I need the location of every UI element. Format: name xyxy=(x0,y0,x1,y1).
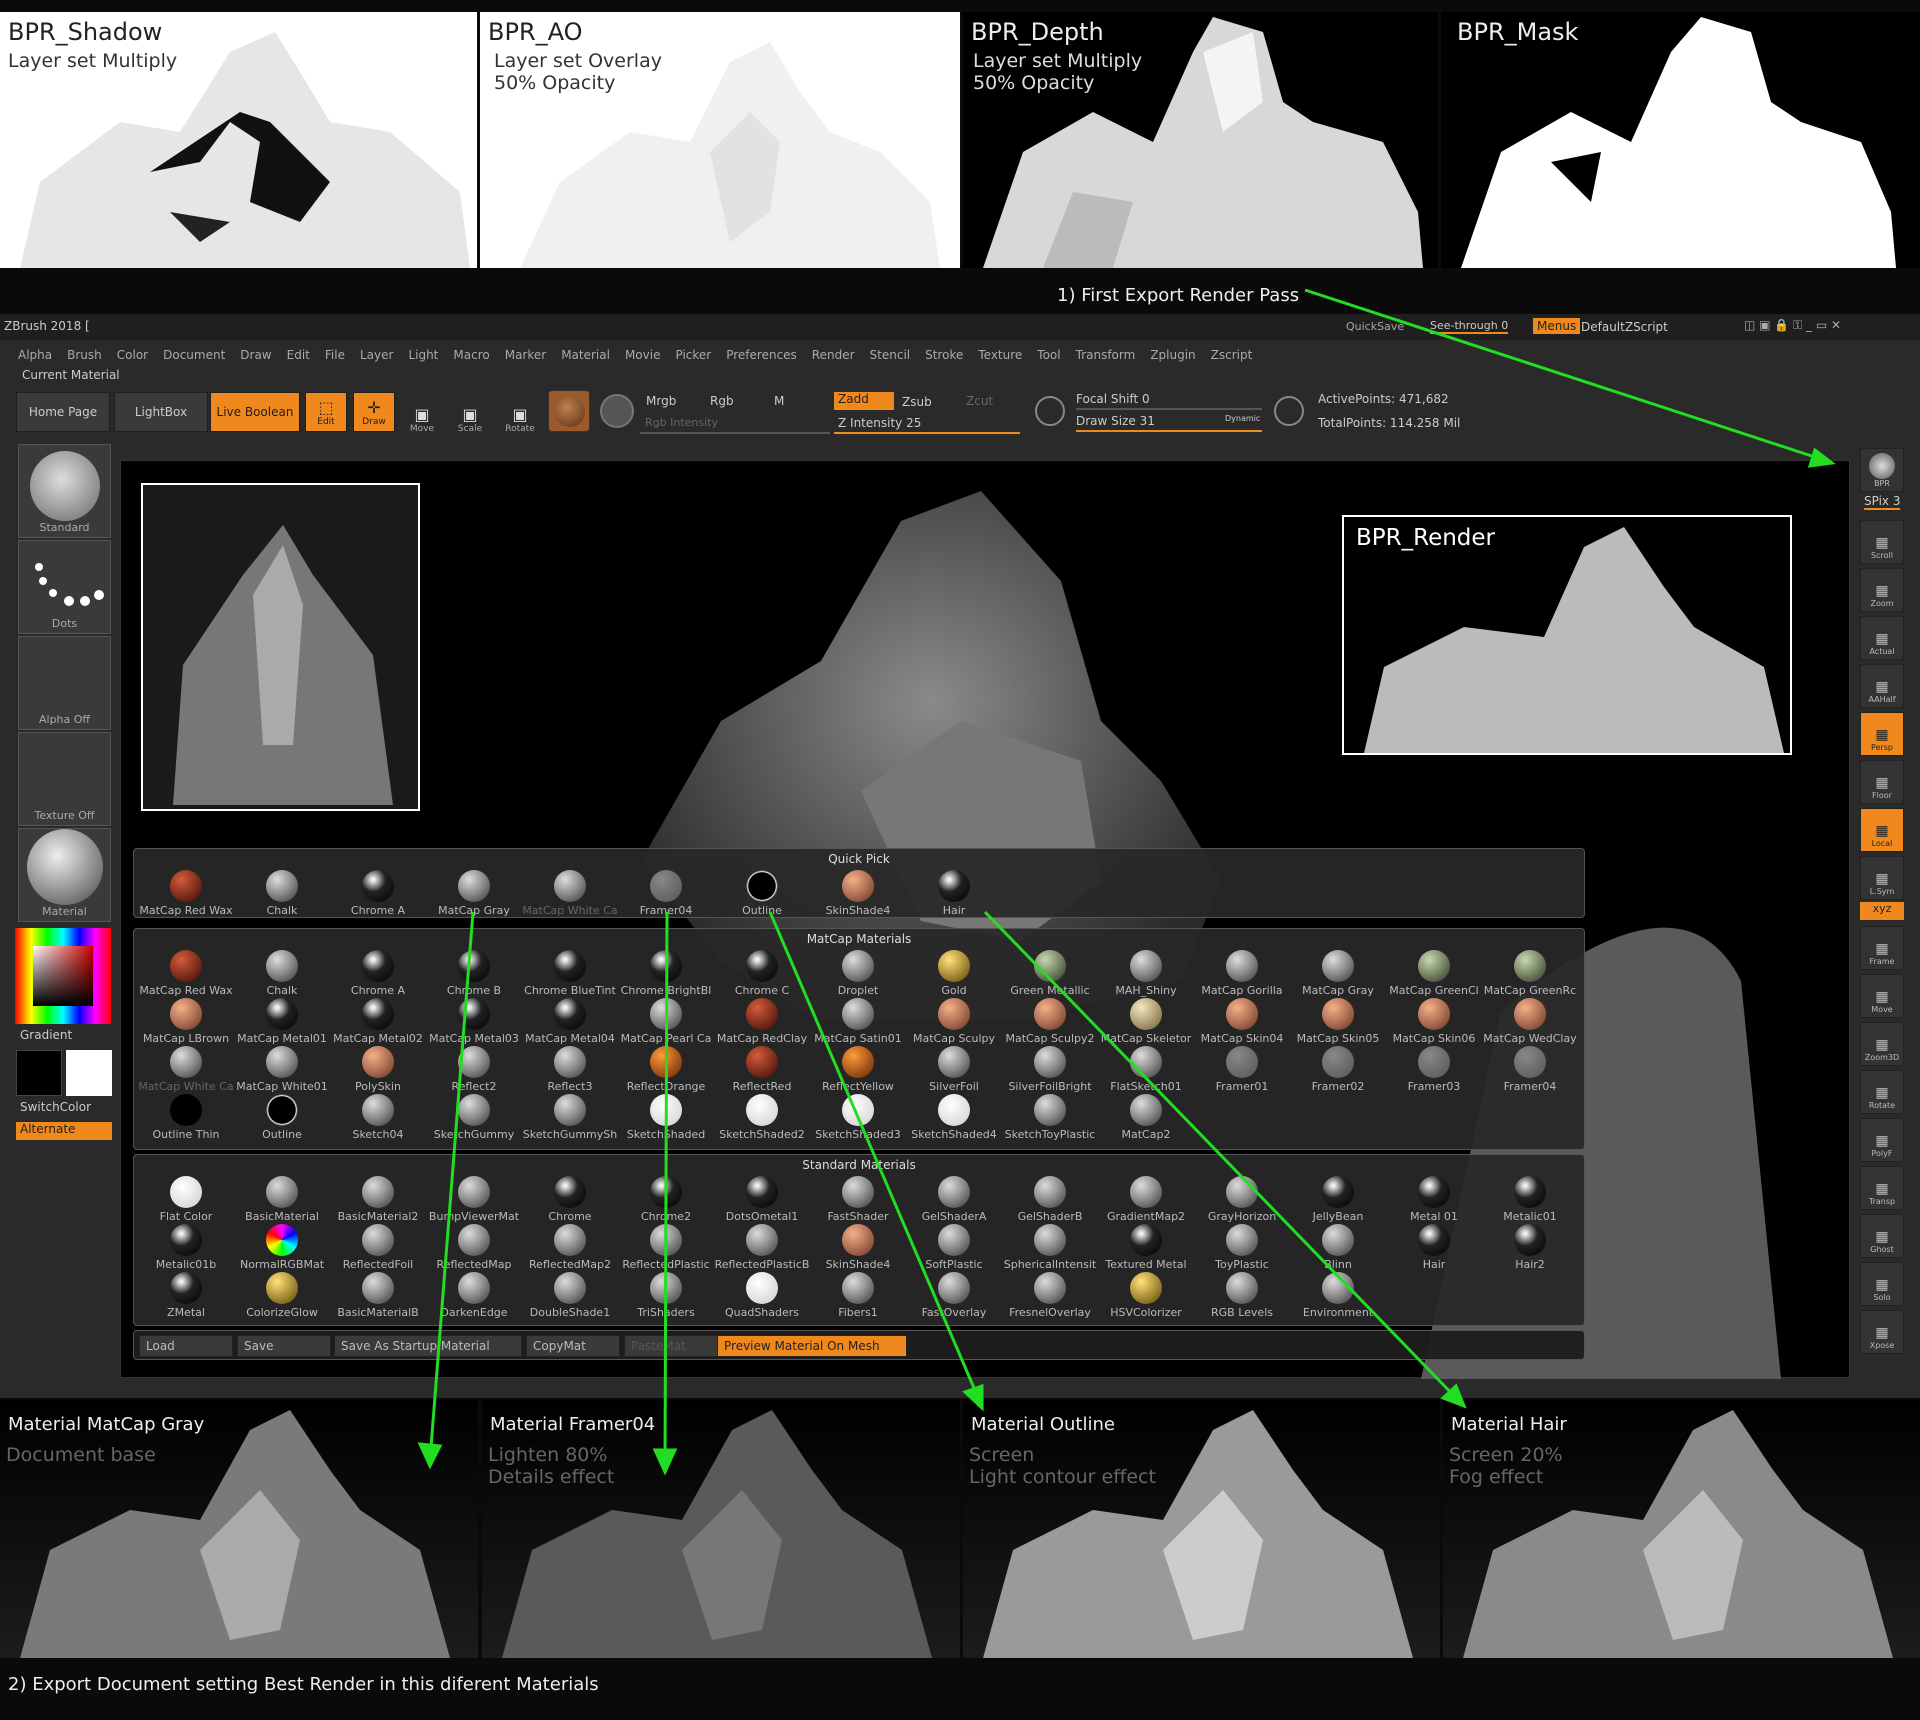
view-xpose-button[interactable]: ▦ Xpose xyxy=(1860,1310,1904,1354)
view-transp-button[interactable]: ▦ Transp xyxy=(1860,1166,1904,1210)
view-label: Xpose xyxy=(1869,1341,1895,1350)
l-sym-icon: ▦ xyxy=(1875,871,1889,887)
view-ghost-button[interactable]: ▦ Ghost xyxy=(1860,1214,1904,1258)
frame-icon: ▦ xyxy=(1875,941,1889,957)
view-zoom-button[interactable]: ▦ Zoom xyxy=(1860,568,1904,612)
floor-icon: ▦ xyxy=(1875,775,1889,791)
view-label: Frame xyxy=(1869,957,1895,966)
view-label: Move xyxy=(1871,1005,1893,1014)
view-l-sym-button[interactable]: ▦ L.Sym xyxy=(1860,856,1904,900)
ghost-icon: ▦ xyxy=(1875,1229,1889,1245)
zoom3d-icon: ▦ xyxy=(1875,1037,1889,1053)
annotation-arrows xyxy=(417,288,1836,1476)
view-solo-button[interactable]: ▦ Solo xyxy=(1860,1262,1904,1306)
view-scroll-button[interactable]: ▦ Scroll xyxy=(1860,520,1904,564)
rotate-icon: ▦ xyxy=(1875,1085,1889,1101)
view-rotate-button[interactable]: ▦ Rotate xyxy=(1860,1070,1904,1114)
arrow-head xyxy=(962,1383,984,1412)
move-icon: ▦ xyxy=(1875,989,1889,1005)
view-label: Scroll xyxy=(1871,551,1893,560)
zoom-icon: ▦ xyxy=(1875,583,1889,599)
arrow-head xyxy=(1807,447,1836,468)
view-local-button[interactable]: ▦ Local xyxy=(1860,808,1904,852)
view-aahalf-button[interactable]: ▦ AAHalf xyxy=(1860,664,1904,708)
view-label: Zoom xyxy=(1870,599,1894,608)
view-label: Solo xyxy=(1873,1293,1891,1302)
arrow-head xyxy=(652,1448,678,1476)
view-polyf-button[interactable]: ▦ PolyF xyxy=(1860,1118,1904,1162)
view-label: Floor xyxy=(1872,791,1892,800)
arrow-matcap-gray xyxy=(428,911,475,1461)
view-frame-button[interactable]: ▦ Frame xyxy=(1860,926,1904,970)
arrow-hair xyxy=(983,910,1462,1404)
view-label: Persp xyxy=(1871,743,1893,752)
view-label: Ghost xyxy=(1870,1245,1894,1254)
view-label: Actual xyxy=(1869,647,1895,656)
aahalf-icon: ▦ xyxy=(1875,679,1889,695)
persp-icon: ▦ xyxy=(1875,727,1889,743)
polyf-icon: ▦ xyxy=(1875,1133,1889,1149)
view-label: Transp xyxy=(1868,1197,1896,1206)
view-label: Rotate xyxy=(1868,1101,1896,1110)
view-label: Zoom3D xyxy=(1864,1053,1900,1062)
arrow-outline xyxy=(768,911,982,1403)
view-zoom3d-button[interactable]: ▦ Zoom3D xyxy=(1860,1022,1904,1066)
actual-icon: ▦ xyxy=(1875,631,1889,647)
local-icon: ▦ xyxy=(1875,823,1889,839)
view-actual-button[interactable]: ▦ Actual xyxy=(1860,616,1904,660)
view-label: Local xyxy=(1871,839,1893,848)
view-persp-button[interactable]: ▦ Persp xyxy=(1860,712,1904,756)
arrow-head xyxy=(417,1442,443,1470)
view-label: AAHalf xyxy=(1868,695,1896,704)
scroll-icon: ▦ xyxy=(1875,535,1889,551)
xpose-icon: ▦ xyxy=(1875,1325,1889,1341)
view-label: PolyF xyxy=(1871,1149,1893,1158)
view-label: L.Sym xyxy=(1869,887,1895,896)
transp-icon: ▦ xyxy=(1875,1181,1889,1197)
view-floor-button[interactable]: ▦ Floor xyxy=(1860,760,1904,804)
view-move-button[interactable]: ▦ Move xyxy=(1860,974,1904,1018)
root: BPR_Shadow Layer set Multiply BPR_AO Lay… xyxy=(0,0,1920,1720)
arrow-bpr xyxy=(1304,288,1831,464)
solo-icon: ▦ xyxy=(1875,1277,1889,1293)
arrow-framer04 xyxy=(663,911,669,1467)
